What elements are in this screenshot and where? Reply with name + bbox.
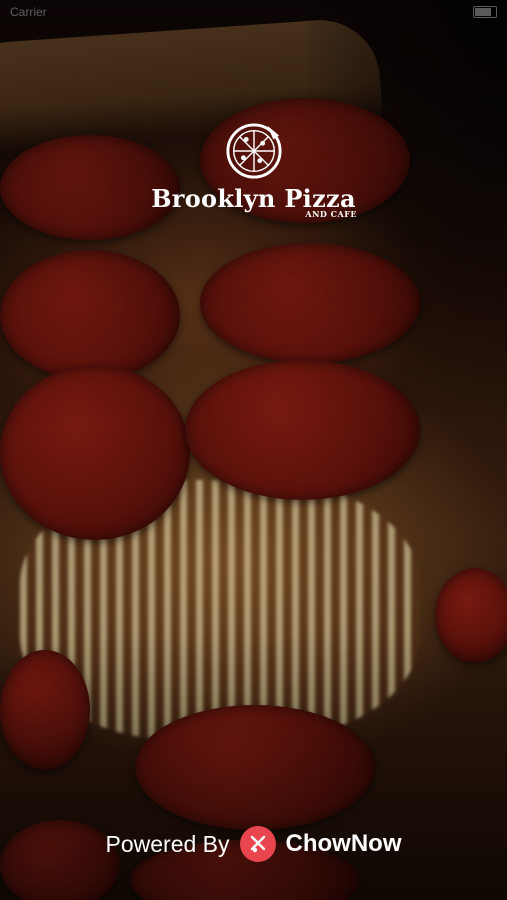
powered-by-footer: Powered By ChowNow [0, 822, 507, 866]
pizza-icon [225, 123, 282, 179]
status-bar: Carrier [0, 0, 507, 24]
powered-by-label: Powered By [105, 830, 230, 857]
chownow-icon [239, 826, 276, 862]
brand-logo: Brooklyn Pizza AND CAFE [0, 122, 507, 219]
brand-tagline: AND CAFE [305, 209, 357, 219]
carrier-label: Carrier [10, 5, 47, 19]
splash-screen: Carrier Brooklyn Pizza AND CAFE Powered … [0, 0, 507, 900]
provider-name: ChowNow [285, 830, 402, 857]
battery-icon [473, 6, 497, 18]
